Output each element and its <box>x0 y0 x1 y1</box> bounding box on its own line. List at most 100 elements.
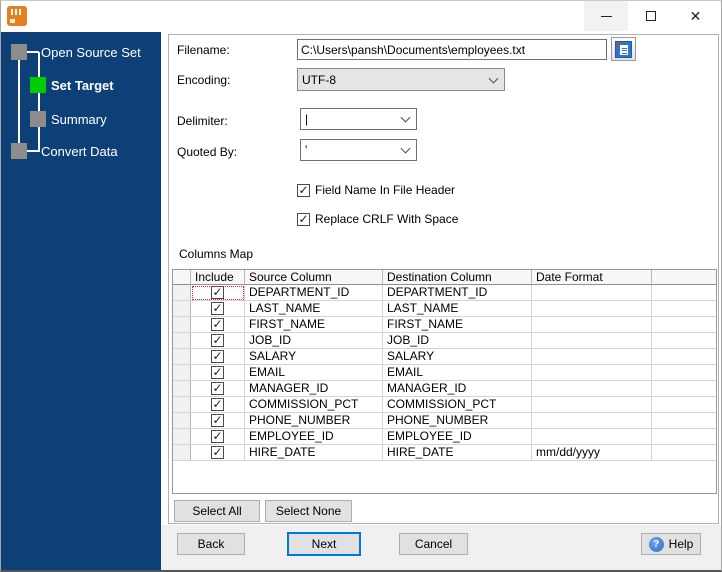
encoding-value: UTF-8 <box>302 72 336 87</box>
header-include[interactable]: Include <box>191 270 245 285</box>
select-none-button[interactable]: Select None <box>265 500 352 522</box>
filler-cell <box>652 429 716 445</box>
include-cell[interactable] <box>191 429 245 445</box>
include-cell[interactable] <box>191 397 245 413</box>
select-all-button[interactable]: Select All <box>174 500 260 522</box>
include-checkbox[interactable] <box>211 302 224 315</box>
source-column-cell[interactable]: FIRST_NAME <box>245 317 383 333</box>
filler-cell <box>652 365 716 381</box>
quoted-by-value: ' <box>305 143 308 157</box>
include-cell[interactable] <box>191 333 245 349</box>
include-cell[interactable] <box>191 317 245 333</box>
destination-column-cell[interactable]: JOB_ID <box>383 333 532 349</box>
encoding-select[interactable]: UTF-8 <box>297 68 505 91</box>
date-format-cell[interactable] <box>532 381 652 397</box>
date-format-cell[interactable]: mm/dd/yyyy <box>532 445 652 461</box>
columns-map-grid-body: DEPARTMENT_IDDEPARTMENT_IDLAST_NAMELAST_… <box>173 285 716 461</box>
table-row: SALARYSALARY <box>173 349 716 365</box>
include-cell[interactable] <box>191 285 245 301</box>
destination-column-cell[interactable]: MANAGER_ID <box>383 381 532 397</box>
include-checkbox[interactable] <box>211 286 224 299</box>
source-column-cell[interactable]: EMAIL <box>245 365 383 381</box>
delimiter-label: Delimiter: <box>177 114 228 128</box>
row-selector-cell[interactable] <box>173 301 191 317</box>
row-selector-cell[interactable] <box>173 445 191 461</box>
header-date-format[interactable]: Date Format <box>532 270 652 285</box>
filename-input[interactable] <box>297 39 607 60</box>
date-format-cell[interactable] <box>532 333 652 349</box>
include-cell[interactable] <box>191 301 245 317</box>
source-column-cell[interactable]: HIRE_DATE <box>245 445 383 461</box>
filler-cell <box>652 301 716 317</box>
row-selector-cell[interactable] <box>173 397 191 413</box>
date-format-cell[interactable] <box>532 429 652 445</box>
maximize-button[interactable] <box>628 1 673 31</box>
table-row: JOB_IDJOB_ID <box>173 333 716 349</box>
include-checkbox[interactable] <box>211 318 224 331</box>
date-format-cell[interactable] <box>532 317 652 333</box>
source-column-cell[interactable]: MANAGER_ID <box>245 381 383 397</box>
header-destination-column[interactable]: Destination Column <box>383 270 532 285</box>
include-checkbox[interactable] <box>211 414 224 427</box>
include-cell[interactable] <box>191 349 245 365</box>
date-format-cell[interactable] <box>532 413 652 429</box>
source-column-cell[interactable]: COMMISSION_PCT <box>245 397 383 413</box>
back-button[interactable]: Back <box>177 533 245 555</box>
include-checkbox[interactable] <box>211 398 224 411</box>
minimize-button[interactable] <box>584 1 628 31</box>
source-column-cell[interactable]: LAST_NAME <box>245 301 383 317</box>
row-selector-cell[interactable] <box>173 349 191 365</box>
help-button[interactable]: ? Help <box>641 533 701 555</box>
row-selector-cell[interactable] <box>173 413 191 429</box>
date-format-cell[interactable] <box>532 349 652 365</box>
destination-column-cell[interactable]: COMMISSION_PCT <box>383 397 532 413</box>
include-cell[interactable] <box>191 381 245 397</box>
browse-file-button[interactable] <box>611 37 636 61</box>
table-row: COMMISSION_PCTCOMMISSION_PCT <box>173 397 716 413</box>
row-selector-cell[interactable] <box>173 333 191 349</box>
include-checkbox[interactable] <box>211 430 224 443</box>
destination-column-cell[interactable]: EMPLOYEE_ID <box>383 429 532 445</box>
destination-column-cell[interactable]: FIRST_NAME <box>383 317 532 333</box>
include-cell[interactable] <box>191 365 245 381</box>
date-format-cell[interactable] <box>532 301 652 317</box>
next-button[interactable]: Next <box>287 532 361 556</box>
include-cell[interactable] <box>191 445 245 461</box>
row-selector-cell[interactable] <box>173 285 191 301</box>
row-selector-cell[interactable] <box>173 365 191 381</box>
include-checkbox[interactable] <box>211 382 224 395</box>
close-button[interactable]: ✕ <box>673 1 718 31</box>
destination-column-cell[interactable]: DEPARTMENT_ID <box>383 285 532 301</box>
delimiter-select[interactable]: | <box>300 108 417 130</box>
destination-column-cell[interactable]: EMAIL <box>383 365 532 381</box>
date-format-cell[interactable] <box>532 397 652 413</box>
source-column-cell[interactable]: EMPLOYEE_ID <box>245 429 383 445</box>
include-checkbox[interactable] <box>211 350 224 363</box>
source-column-cell[interactable]: DEPARTMENT_ID <box>245 285 383 301</box>
field-name-checkbox[interactable] <box>297 183 310 197</box>
date-format-cell[interactable] <box>532 285 652 301</box>
include-checkbox[interactable] <box>211 446 224 459</box>
field-name-checkbox-row[interactable]: Field Name In File Header <box>297 183 455 197</box>
cancel-button[interactable]: Cancel <box>399 533 468 555</box>
row-selector-cell[interactable] <box>173 317 191 333</box>
row-selector-cell[interactable] <box>173 381 191 397</box>
include-checkbox[interactable] <box>211 366 224 379</box>
source-column-cell[interactable]: PHONE_NUMBER <box>245 413 383 429</box>
header-source-column[interactable]: Source Column <box>245 270 383 285</box>
include-checkbox[interactable] <box>211 334 224 347</box>
title-bar: ✕ <box>1 1 721 31</box>
quoted-by-select[interactable]: ' <box>300 139 417 161</box>
destination-column-cell[interactable]: PHONE_NUMBER <box>383 413 532 429</box>
destination-column-cell[interactable]: SALARY <box>383 349 532 365</box>
source-column-cell[interactable]: JOB_ID <box>245 333 383 349</box>
row-selector-cell[interactable] <box>173 429 191 445</box>
source-column-cell[interactable]: SALARY <box>245 349 383 365</box>
replace-crlf-checkbox[interactable] <box>297 212 310 226</box>
include-cell[interactable] <box>191 413 245 429</box>
destination-column-cell[interactable]: LAST_NAME <box>383 301 532 317</box>
replace-crlf-checkbox-row[interactable]: Replace CRLF With Space <box>297 212 458 226</box>
help-question-icon: ? <box>648 536 664 552</box>
destination-column-cell[interactable]: HIRE_DATE <box>383 445 532 461</box>
date-format-cell[interactable] <box>532 365 652 381</box>
